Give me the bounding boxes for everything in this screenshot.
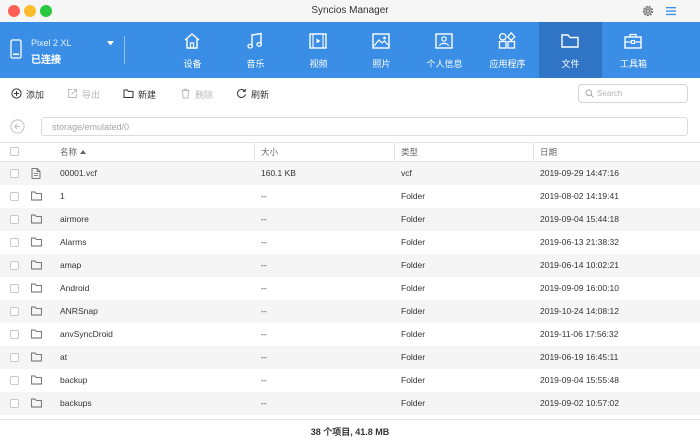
select-all-checkbox[interactable] <box>10 147 19 156</box>
column-header-date[interactable]: 日期 <box>540 143 557 161</box>
trash-icon <box>181 88 190 99</box>
column-divider[interactable] <box>254 143 255 161</box>
new-folder-icon <box>123 89 134 98</box>
table-row[interactable]: at -- Folder 2019-06-19 16:45:11 <box>0 346 700 369</box>
music-icon <box>247 32 263 49</box>
main-nav-bar: Pixel 2 XL 已连接 设备 音乐 视频 照片 个人信息 应用程序 文件 … <box>0 22 700 78</box>
search-box[interactable] <box>578 84 688 103</box>
search-input[interactable] <box>597 87 685 100</box>
column-header-size[interactable]: 大小 <box>261 143 278 161</box>
tab-apps[interactable]: 应用程序 <box>476 22 539 78</box>
table-row[interactable]: Alarms -- Folder 2019-06-13 21:38:32 <box>0 231 700 254</box>
path-field[interactable]: storage/emulated/0 <box>41 117 688 136</box>
row-checkbox[interactable] <box>10 330 19 339</box>
column-header-type[interactable]: 类型 <box>401 143 418 161</box>
tab-music[interactable]: 音乐 <box>224 22 287 78</box>
device-name: Pixel 2 XL <box>31 38 72 48</box>
row-checkbox[interactable] <box>10 215 19 224</box>
title-bar: Syncios Manager <box>0 0 700 22</box>
tab-device[interactable]: 设备 <box>161 22 224 78</box>
photo-icon <box>372 33 390 49</box>
tab-contacts[interactable]: 个人信息 <box>413 22 476 78</box>
status-bar: 38 个项目, 41.8 MB <box>0 419 700 440</box>
folder-icon <box>31 329 42 339</box>
table-row[interactable]: backup -- Folder 2019-09-04 15:55:48 <box>0 369 700 392</box>
row-checkbox[interactable] <box>10 376 19 385</box>
folder-icon <box>31 306 42 316</box>
back-arrow-icon[interactable] <box>10 119 25 134</box>
table-row[interactable]: backups -- Folder 2019-09-02 10:57:02 <box>0 392 700 415</box>
table-row[interactable]: amap -- Folder 2019-06-14 10:02:21 <box>0 254 700 277</box>
file-icon <box>31 168 41 179</box>
folder-icon <box>31 214 42 224</box>
folder-icon <box>31 191 42 201</box>
table-row[interactable]: airmore -- Folder 2019-09-04 15:44:18 <box>0 208 700 231</box>
row-checkbox[interactable] <box>10 284 19 293</box>
row-checkbox[interactable] <box>10 353 19 362</box>
folder-icon <box>31 237 42 247</box>
row-checkbox[interactable] <box>10 169 19 178</box>
apps-icon <box>498 31 516 49</box>
tab-photo[interactable]: 照片 <box>350 22 413 78</box>
column-divider[interactable] <box>394 143 395 161</box>
row-checkbox[interactable] <box>10 261 19 270</box>
search-icon <box>585 89 594 98</box>
menu-icon[interactable] <box>664 4 678 18</box>
table-row[interactable]: 00001.vcf 160.1 KB vcf 2019-09-29 14:47:… <box>0 162 700 185</box>
sort-ascending-icon <box>80 150 87 154</box>
tab-files[interactable]: 文件 <box>539 22 602 78</box>
device-selector[interactable]: Pixel 2 XL 已连接 <box>10 35 125 66</box>
folder-icon <box>31 398 42 408</box>
column-divider[interactable] <box>533 143 534 161</box>
row-checkbox[interactable] <box>10 238 19 247</box>
export-icon <box>68 89 77 98</box>
table-row[interactable]: Android -- Folder 2019-09-09 16:00:10 <box>0 277 700 300</box>
table-row[interactable]: ANRSnap -- Folder 2019-10-24 14:08:12 <box>0 300 700 323</box>
folder-icon <box>31 352 42 362</box>
video-icon <box>309 33 327 49</box>
path-bar: storage/emulated/0 <box>0 110 700 142</box>
table-row[interactable]: anvSyncDroid -- Folder 2019-11-06 17:56:… <box>0 323 700 346</box>
add-icon <box>11 88 22 99</box>
table-header: 名称 大小 类型 日期 <box>0 142 700 162</box>
tab-toolbox[interactable]: 工具箱 <box>602 22 665 78</box>
chevron-down-icon[interactable] <box>107 41 114 46</box>
folder-icon <box>31 375 42 385</box>
home-icon <box>184 33 200 49</box>
folder-icon <box>31 260 42 270</box>
gear-icon[interactable] <box>641 4 655 18</box>
refresh-icon <box>237 89 246 98</box>
row-checkbox[interactable] <box>10 399 19 408</box>
device-status: 已连接 <box>31 55 61 66</box>
contact-card-icon <box>435 33 453 49</box>
column-header-name[interactable]: 名称 <box>60 143 87 161</box>
toolbox-icon <box>624 33 642 49</box>
folder-icon <box>561 34 579 48</box>
item-count-summary: 38 个项目, 41.8 MB <box>310 427 390 437</box>
folder-icon <box>31 283 42 293</box>
tab-video[interactable]: 视频 <box>287 22 350 78</box>
row-checkbox[interactable] <box>10 307 19 316</box>
nav-divider <box>124 36 125 64</box>
table-row[interactable]: 1 -- Folder 2019-08-02 14:19:41 <box>0 185 700 208</box>
row-checkbox[interactable] <box>10 192 19 201</box>
phone-icon <box>10 39 22 59</box>
window-title: Syncios Manager <box>311 5 389 16</box>
